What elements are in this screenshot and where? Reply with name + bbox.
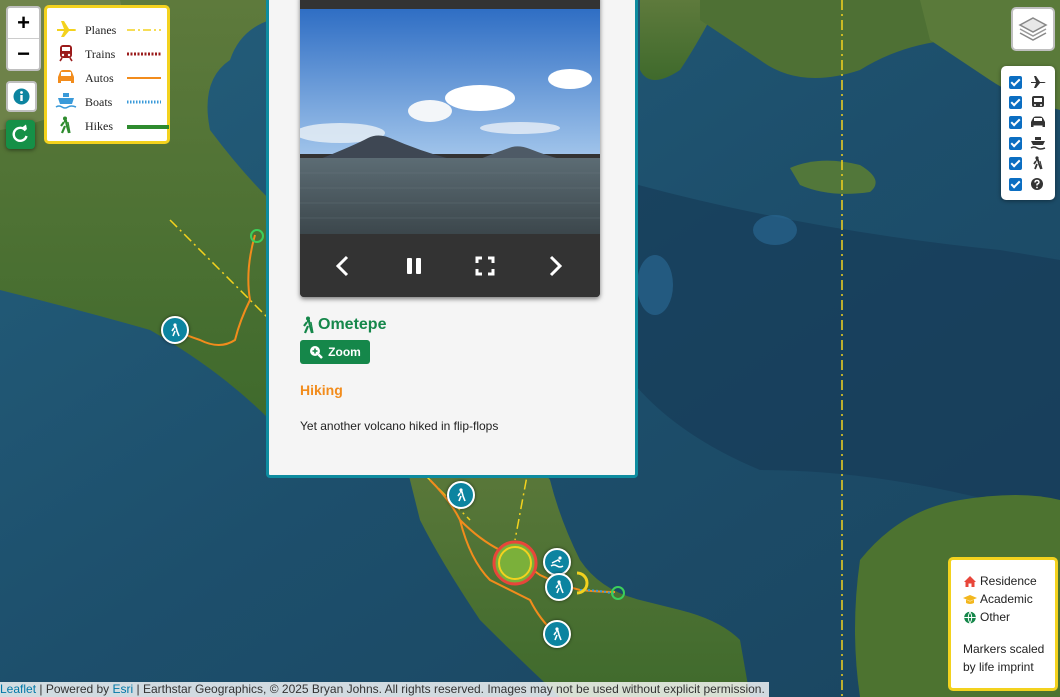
layers-icon xyxy=(1018,17,1048,41)
leaflet-link[interactable]: Leaflet xyxy=(0,682,36,696)
train-icon xyxy=(59,45,73,62)
filter-ship-checkbox[interactable] xyxy=(1009,136,1022,150)
autos-line-swatch xyxy=(127,77,161,79)
place-title: Ometepe xyxy=(300,316,386,334)
marker-legend: Residence Academic Other Markers scaled … xyxy=(948,557,1058,691)
filter-hike-checkbox[interactable] xyxy=(1009,156,1022,170)
question-icon xyxy=(1031,178,1043,190)
filter-hike xyxy=(1009,155,1046,171)
car-icon xyxy=(58,70,74,83)
map-marker-hike[interactable] xyxy=(447,481,475,509)
legend-label: Trains xyxy=(85,47,116,61)
refresh-icon xyxy=(12,124,28,142)
hikes-line-swatch xyxy=(127,125,169,129)
legend-label: Hikes xyxy=(85,119,113,133)
zoom-button-label: Zoom xyxy=(328,345,361,359)
esri-link[interactable]: Esri xyxy=(113,682,134,696)
attribution-text: | Earthstar Geographics, © 2025 Bryan Jo… xyxy=(133,682,765,696)
info-button[interactable] xyxy=(6,81,37,112)
location-photo xyxy=(300,0,600,297)
trains-line-swatch xyxy=(127,52,161,56)
filter-car-checkbox[interactable] xyxy=(1009,115,1022,129)
filter-bus-checkbox[interactable] xyxy=(1009,95,1022,109)
filter-car xyxy=(1009,114,1046,130)
legend-residence: Residence xyxy=(963,574,1037,588)
layers-button[interactable] xyxy=(1011,7,1055,51)
map-marker-hike[interactable] xyxy=(161,316,189,344)
pause-icon[interactable] xyxy=(405,256,423,276)
place-name: Ometepe xyxy=(318,316,387,333)
legend-label: Planes xyxy=(85,23,117,37)
graduation-cap-icon xyxy=(963,594,977,604)
location-popup: Ometepe Zoom Hiking Yet another volcano … xyxy=(266,0,638,478)
planes-line-swatch xyxy=(127,29,161,31)
hiker-icon xyxy=(303,316,314,334)
chevron-left-icon[interactable] xyxy=(334,255,352,277)
map-marker-hike[interactable] xyxy=(545,573,573,601)
info-icon xyxy=(13,88,30,105)
attribution-text: | Powered by xyxy=(36,682,113,696)
hiker-icon xyxy=(555,580,564,594)
filter-planes-checkbox[interactable] xyxy=(1009,75,1022,89)
boats-line-swatch xyxy=(127,100,161,104)
car-icon xyxy=(1031,116,1045,127)
layer-filter-panel xyxy=(1001,66,1055,200)
zoom-control: + − xyxy=(6,6,41,71)
hiker-icon xyxy=(457,488,466,502)
zoom-out-button[interactable]: − xyxy=(8,38,39,69)
home-icon xyxy=(964,575,976,587)
hiker-icon xyxy=(60,116,71,134)
swimmer-icon xyxy=(550,556,564,568)
fullscreen-icon[interactable] xyxy=(475,256,495,276)
zoom-in-button[interactable]: + xyxy=(8,8,39,38)
photo-slideshow xyxy=(300,0,600,297)
place-category: Hiking xyxy=(300,382,343,398)
chevron-right-icon[interactable] xyxy=(546,255,564,277)
zoom-in-icon xyxy=(310,346,324,359)
zoom-to-location-button[interactable]: Zoom xyxy=(300,340,370,364)
legend-label: Autos xyxy=(85,71,114,85)
hiker-icon xyxy=(553,627,562,641)
bus-icon xyxy=(1032,96,1044,107)
legend-academic: Academic xyxy=(963,592,1033,606)
legend-label: Academic xyxy=(980,592,1033,606)
filter-ship xyxy=(1009,135,1046,151)
plane-icon xyxy=(57,21,76,37)
map-attribution: Leaflet | Powered by Esri | Earthstar Ge… xyxy=(0,682,769,697)
filter-bus xyxy=(1009,94,1046,110)
filter-other-checkbox[interactable] xyxy=(1009,177,1022,191)
ship-icon xyxy=(55,93,77,109)
plane-icon xyxy=(1031,76,1046,88)
filter-planes xyxy=(1009,74,1046,90)
ship-icon xyxy=(1030,137,1046,150)
map-marker-hike[interactable] xyxy=(543,620,571,648)
hiker-icon xyxy=(171,323,180,337)
map-marker-surf[interactable] xyxy=(543,548,571,576)
marker-scale-note: Markers scaled by life imprint xyxy=(963,642,1045,674)
legend-label: Residence xyxy=(980,574,1037,588)
refresh-button[interactable] xyxy=(6,120,35,149)
legend-other: Other xyxy=(963,610,1010,624)
hiker-icon xyxy=(1033,156,1043,170)
place-description: Yet another volcano hiked in flip-flops xyxy=(300,419,499,433)
legend-label: Boats xyxy=(85,95,113,109)
filter-other xyxy=(1009,176,1046,192)
globe-icon xyxy=(964,610,976,624)
transport-legend: Planes Trains Autos Boats Hikes xyxy=(44,5,170,144)
legend-label: Other xyxy=(980,610,1011,624)
